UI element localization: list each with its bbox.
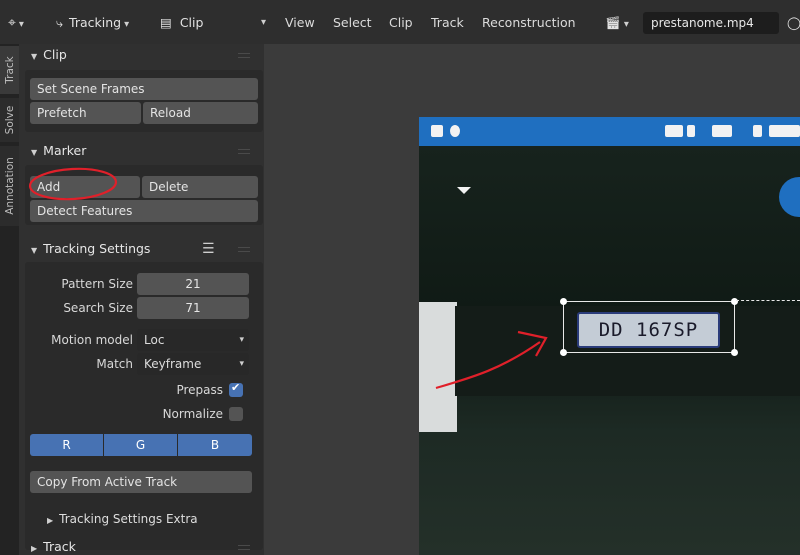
drag-grip-icon[interactable] <box>238 53 250 58</box>
tab-track[interactable]: Track <box>0 46 19 94</box>
channel-r-toggle[interactable]: R <box>30 434 103 456</box>
marker-corner-handle[interactable] <box>560 349 567 356</box>
tracking-icon: ⤷ <box>56 15 64 30</box>
sidebar: ▼ Clip Set Scene Frames Prefetch Reload ▼… <box>19 44 264 555</box>
tab-annotation[interactable]: Annotation <box>0 146 19 226</box>
menu-select[interactable]: Select <box>333 13 372 33</box>
chevron-down-icon: ▾ <box>239 359 244 369</box>
pattern-size-field[interactable]: 21 <box>137 273 249 295</box>
signal-icon <box>712 125 732 137</box>
triangle-right-icon: ▶ <box>31 544 38 553</box>
marker-panel: Add Delete Detect Features <box>25 165 263 225</box>
set-scene-frames-button[interactable]: Set Scene Frames <box>30 78 258 100</box>
chevron-down-icon: ▾ <box>260 17 266 28</box>
clip-browse-button[interactable]: 🎬︎ ▾ <box>605 13 629 33</box>
status-icon <box>665 125 683 137</box>
mode-label: Tracking <box>69 15 122 30</box>
marker-panel-header[interactable]: ▼ Marker <box>19 140 264 162</box>
tracking-settings-panel: Pattern Size 21 Search Size 71 Motion mo… <box>25 262 263 550</box>
prefetch-button[interactable]: Prefetch <box>30 102 141 124</box>
menu-reconstruction[interactable]: Reconstruction <box>482 13 576 33</box>
white-car-region <box>419 302 457 432</box>
prepass-label: Prepass <box>176 383 223 397</box>
tab-solve[interactable]: Solve <box>0 98 19 142</box>
tracking-settings-header[interactable]: ▼ Tracking Settings ☰ <box>19 238 264 260</box>
notification-icon <box>450 125 460 137</box>
triangle-down-icon: ▼ <box>31 246 38 255</box>
clip-panel-header[interactable]: ▼ Clip <box>19 44 264 66</box>
search-size-label: Search Size <box>63 301 133 315</box>
battery-icon <box>753 125 762 137</box>
drag-grip-icon[interactable] <box>238 545 250 550</box>
clip-filename-field[interactable]: prestanome.mp4 <box>643 12 779 34</box>
clip-panel: Set Scene Frames Prefetch Reload <box>25 70 263 132</box>
dropdown-triangle-icon <box>457 187 471 194</box>
motion-model-dropdown[interactable]: Loc ▾ <box>137 329 249 351</box>
menu-track[interactable]: Track <box>431 13 464 33</box>
match-dropdown[interactable]: Keyframe ▾ <box>137 353 249 375</box>
match-label: Match <box>96 357 133 371</box>
chevron-down-icon: ▾ <box>239 335 244 345</box>
menu-view[interactable]: View <box>285 13 315 33</box>
chevron-down-icon: ▾ <box>124 19 130 30</box>
search-size-field[interactable]: 71 <box>137 297 249 319</box>
drag-grip-icon[interactable] <box>238 247 250 252</box>
view-dropdown[interactable]: ▤ Clip ▾ <box>160 13 270 33</box>
motion-model-label: Motion model <box>51 333 133 347</box>
checkmark-icon: ✔ <box>231 381 241 394</box>
view-label: Clip <box>179 15 204 30</box>
camera-icon <box>431 125 443 137</box>
marker-corner-handle[interactable] <box>560 298 567 305</box>
clock-icon <box>769 125 800 137</box>
chevron-down-icon: ▾ <box>18 19 24 30</box>
reload-button[interactable]: Reload <box>143 102 258 124</box>
drag-grip-icon[interactable] <box>238 149 250 154</box>
menu-clip[interactable]: Clip <box>389 13 413 33</box>
status-icon <box>687 125 695 137</box>
pattern-size-label: Pattern Size <box>61 277 133 291</box>
triangle-down-icon: ▼ <box>31 148 38 157</box>
copy-from-active-track-button[interactable]: Copy From Active Track <box>30 471 252 493</box>
track-panel-header[interactable]: ▶ Track <box>19 536 264 555</box>
normalize-label: Normalize <box>162 407 223 421</box>
marker-corner-handle[interactable] <box>731 349 738 356</box>
detect-features-button[interactable]: Detect Features <box>30 200 258 222</box>
prepass-checkbox[interactable]: ✔ <box>229 381 243 397</box>
normalize-checkbox[interactable] <box>229 407 243 421</box>
phone-status-bar <box>419 117 800 146</box>
presets-list-icon[interactable]: ☰ <box>202 238 215 260</box>
channel-b-toggle[interactable]: B <box>178 434 252 456</box>
chevron-down-icon: ▾ <box>623 19 629 30</box>
sidebar-tabs: Track Solve Annotation <box>0 44 19 555</box>
clapperboard-icon: 🎬︎ <box>605 15 621 30</box>
clip-view-icon: ▤ <box>160 15 172 30</box>
add-marker-button[interactable]: Add <box>30 176 140 198</box>
tracking-settings-extra-subpanel[interactable]: ▶ Tracking Settings Extra <box>47 508 247 530</box>
editor-header: ⌖ ▾ ⤷ Tracking ▾ ▤ Clip ▾ View Select Clip Tr… <box>0 0 800 44</box>
tracking-marker-box[interactable] <box>560 298 738 356</box>
marker-search-edge <box>736 300 800 301</box>
triangle-right-icon: ▶ <box>47 516 54 525</box>
crosshair-icon: ⌖ <box>8 15 16 31</box>
channel-g-toggle[interactable]: G <box>104 434 177 456</box>
triangle-down-icon: ▼ <box>31 52 38 61</box>
fake-user-icon[interactable]: ◯ <box>787 13 800 33</box>
editor-type-button[interactable]: ⌖ ▾ <box>8 13 24 33</box>
mode-dropdown[interactable]: ⤷ Tracking ▾ <box>56 13 129 33</box>
delete-marker-button[interactable]: Delete <box>142 176 258 198</box>
